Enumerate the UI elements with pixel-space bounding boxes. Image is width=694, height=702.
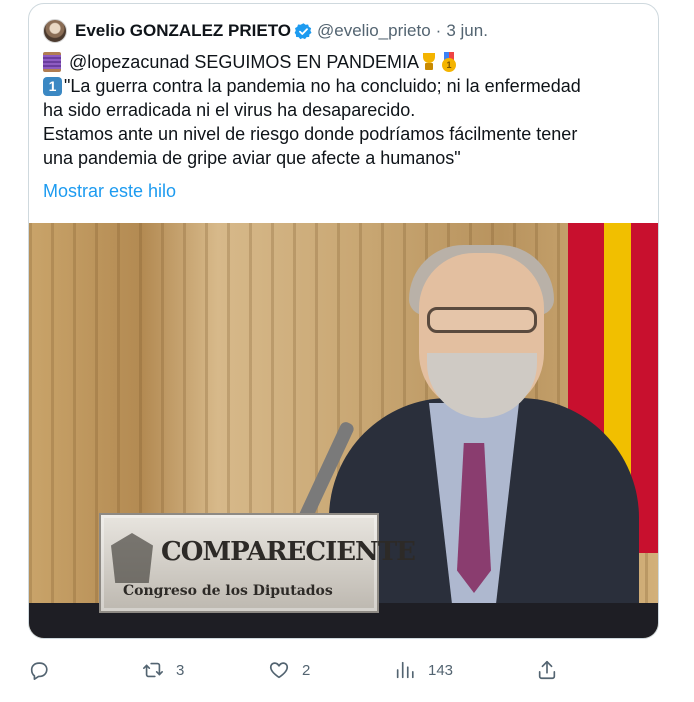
congress-crest-icon [111,533,153,583]
person-glasses [427,307,537,333]
share-button[interactable] [536,655,570,685]
keycap-one-icon: 1 [43,76,62,96]
trophy-icon [420,53,438,71]
nameplate-subtitle: Congreso de los Diputados [123,583,333,599]
tweet-line-1: @lopezacunad SEGUIMOS EN PANDEMIA [43,50,643,74]
medal-icon [440,52,458,72]
tweet-header: Evelio GONZALEZ PRIETO @evelio_prieto · … [43,18,488,44]
like-button[interactable]: 2 [268,655,310,685]
analytics-icon [396,661,414,679]
tweet-date[interactable]: 3 jun. [446,21,488,41]
quote-line-2: ha sido erradicada ni el virus ha desapa… [43,100,416,120]
tweet-card[interactable]: Evelio GONZALEZ PRIETO @evelio_prieto · … [28,3,659,639]
tweet-text: @lopezacunad SEGUIMOS EN PANDEMIA 1 "La … [43,50,643,170]
like-count: 2 [302,661,311,679]
retweet-count: 3 [176,661,185,679]
quote-line-3: Estamos ante un nivel de riesgo donde po… [43,124,578,144]
reply-icon [30,662,48,680]
views-button[interactable]: 143 [394,655,453,685]
tweet-line-4: Estamos ante un nivel de riesgo donde po… [43,122,643,146]
share-icon [538,660,556,680]
retweet-icon [143,662,163,678]
heart-icon [269,662,289,679]
nameplate-title: COMPARECIENTE [161,537,416,567]
mention-line: @lopezacunad SEGUIMOS EN PANDEMIA [69,52,420,72]
avatar[interactable] [43,19,67,43]
tweet-line-2: 1 "La guerra contra la pandemia no ha co… [43,74,643,98]
separator-dot: · [435,21,442,40]
verified-badge-icon [294,22,312,39]
reply-button[interactable] [28,655,62,685]
nameplate: COMPARECIENTE Congreso de los Diputados [99,513,416,613]
quote-line-1: "La guerra contra la pandemia no ha conc… [64,76,581,96]
tweet-photo[interactable]: COMPARECIENTE Congreso de los Diputados [29,223,658,638]
retweet-button[interactable]: 3 [142,655,184,685]
views-count: 143 [428,661,454,679]
tweet-line-5: una pandemia de gripe aviar que afecte a… [43,146,643,170]
author-name[interactable]: Evelio GONZALEZ PRIETO [75,21,291,41]
tweet-line-3: ha sido erradicada ni el virus ha desapa… [43,98,643,122]
show-thread-link[interactable]: Mostrar este hilo [43,181,176,202]
thread-spool-icon [43,52,61,72]
author-handle[interactable]: @evelio_prieto [317,21,431,41]
quote-line-4: una pandemia de gripe aviar que afecte a… [43,148,461,168]
tweet-actions: 3 2 143 [28,655,568,685]
